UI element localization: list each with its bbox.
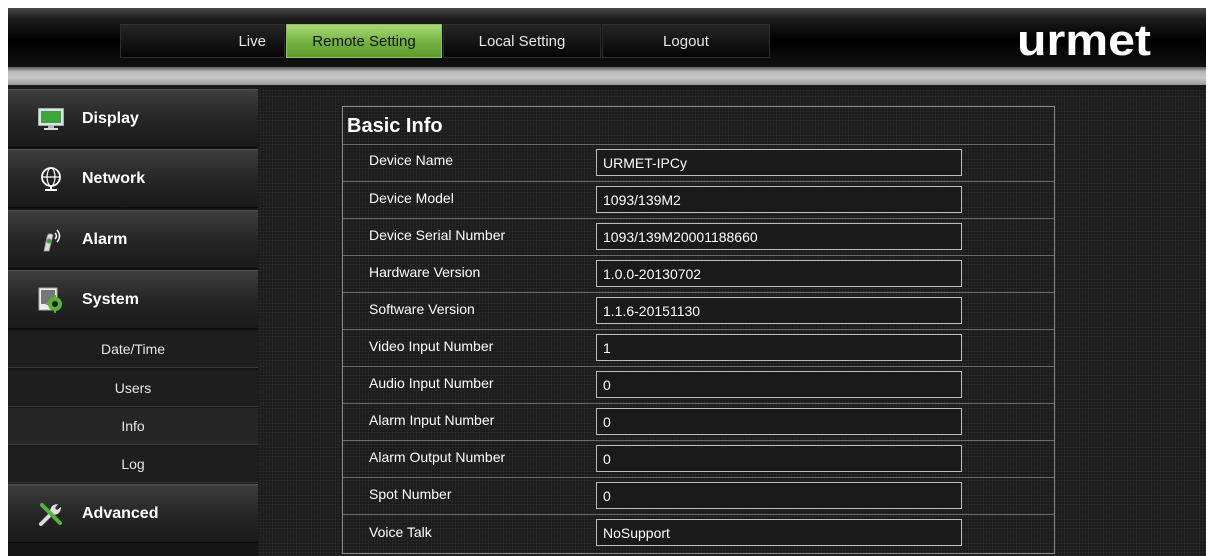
panel-title: Basic Info <box>347 115 443 137</box>
globe-icon <box>41 167 61 191</box>
tab-local-setting-label: Local Setting <box>478 33 566 50</box>
software-version-field[interactable]: 1.1.6-20151130 <box>596 297 962 324</box>
label-alarm-input-number: Alarm Input Number <box>369 412 495 428</box>
label-voice-talk: Voice Talk <box>369 524 432 540</box>
row-separator <box>343 144 1054 145</box>
label-device-name: Device Name <box>369 152 454 168</box>
video-input-number-field[interactable]: 1 <box>596 334 962 361</box>
alarm-output-number-field[interactable]: 0 <box>596 445 962 472</box>
sidebar-item-alarm[interactable]: Alarm <box>8 210 258 269</box>
tab-logout[interactable]: Logout <box>602 24 770 58</box>
sidebar-item-system[interactable]: System <box>8 270 258 329</box>
tab-logout-label: Logout <box>663 33 709 50</box>
label-device-serial-number: Device Serial Number <box>369 227 506 243</box>
basic-info-panel: Basic Info Device Name URMET-IPCy Device… <box>342 106 1055 554</box>
label-software-version: Software Version <box>369 301 475 317</box>
spot-number-field[interactable]: 0 <box>596 482 962 509</box>
row-separator <box>343 292 1054 293</box>
sidebar-item-display[interactable]: Display <box>8 89 258 148</box>
label-alarm-output-number: Alarm Output Number <box>369 449 506 465</box>
alarm-input-number-field[interactable]: 0 <box>596 408 962 435</box>
row-separator <box>343 403 1054 404</box>
sidebar-item-alarm-label: Alarm <box>82 231 128 248</box>
tab-remote-setting-label: Remote Setting <box>312 33 416 50</box>
alarm-icon <box>43 229 61 252</box>
label-audio-input-number: Audio Input Number <box>369 375 494 391</box>
row-separator <box>343 181 1054 182</box>
row-separator <box>343 255 1054 256</box>
sidebar-subitem-users-label: Users <box>114 380 152 396</box>
tab-live[interactable]: Live <box>120 24 285 58</box>
row-separator <box>343 366 1054 367</box>
row-separator <box>343 329 1054 330</box>
sidebar-subitem-log[interactable]: Log <box>8 446 258 483</box>
sidebar-subitem-date-time-label: Date/Time <box>100 341 166 357</box>
brand-text: urmet <box>1017 19 1151 59</box>
sidebar-subitem-users[interactable]: Users <box>8 370 258 407</box>
top-navigation-bar: Live Remote Setting Local Setting Logout… <box>8 8 1206 67</box>
sidebar-item-advanced[interactable]: Advanced <box>8 484 258 543</box>
voice-talk-field[interactable]: NoSupport <box>596 519 962 546</box>
row-separator <box>343 477 1054 478</box>
row-separator <box>343 440 1054 441</box>
sidebar-item-network-label: Network <box>82 170 146 187</box>
tools-icon <box>39 503 62 526</box>
label-hardware-version: Hardware Version <box>369 264 481 280</box>
label-video-input-number: Video Input Number <box>369 338 494 354</box>
header-divider <box>8 67 1206 85</box>
main-area: Display Network Alarm System Date/Time U… <box>8 89 1206 556</box>
sidebar-subitem-info-label: Info <box>121 418 145 434</box>
sidebar: Display Network Alarm System Date/Time U… <box>8 89 258 556</box>
row-separator <box>343 218 1054 219</box>
audio-input-number-field[interactable]: 0 <box>596 371 962 398</box>
device-serial-number-field[interactable]: 1093/139M20001188660 <box>596 223 962 250</box>
monitor-icon <box>38 108 64 130</box>
device-model-field[interactable]: 1093/139M2 <box>596 186 962 213</box>
urmet-logo: urmet <box>1017 19 1151 59</box>
label-spot-number: Spot Number <box>369 486 452 502</box>
label-device-model: Device Model <box>369 190 454 206</box>
sidebar-item-display-label: Display <box>82 110 139 127</box>
row-separator <box>343 514 1054 515</box>
sidebar-item-network[interactable]: Network <box>8 149 258 208</box>
tab-remote-setting[interactable]: Remote Setting <box>286 24 442 58</box>
tab-local-setting[interactable]: Local Setting <box>443 24 601 58</box>
tab-live-label: Live <box>238 33 266 50</box>
sidebar-item-advanced-label: Advanced <box>82 505 159 522</box>
sidebar-subitem-info[interactable]: Info <box>8 408 258 445</box>
sidebar-subitem-log-label: Log <box>121 456 145 472</box>
device-name-field[interactable]: URMET-IPCy <box>596 149 962 176</box>
gear-icon <box>38 287 62 313</box>
sidebar-item-system-label: System <box>82 291 139 308</box>
sidebar-subitem-date-time[interactable]: Date/Time <box>8 331 258 368</box>
hardware-version-field[interactable]: 1.0.0-20130702 <box>596 260 962 287</box>
